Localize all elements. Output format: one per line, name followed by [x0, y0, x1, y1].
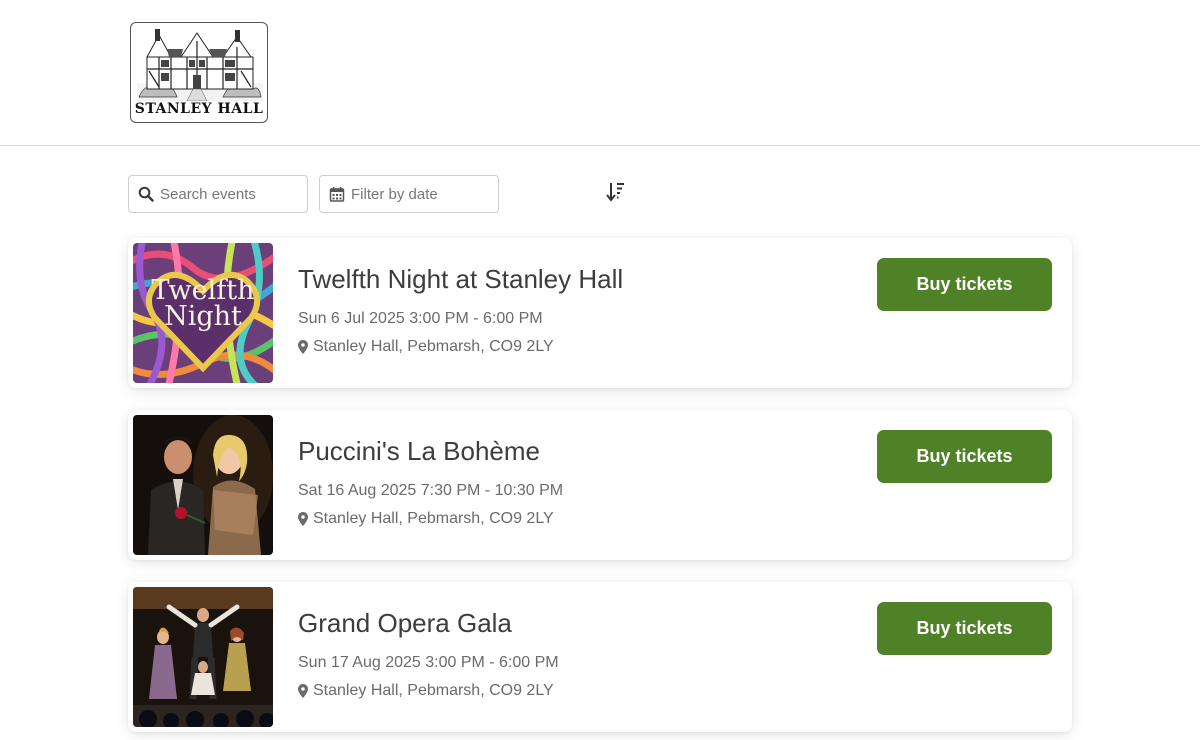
la-boheme-photo [133, 415, 273, 555]
event-image-grand-opera-gala[interactable] [133, 587, 273, 727]
event-date: Sat 16 Aug 2025 7:30 PM - 10:30 PM [298, 482, 564, 499]
event-venue: Stanley Hall, Pebmarsh, CO9 2LY [298, 510, 554, 528]
house-illustration [137, 29, 263, 101]
stanley-hall-logo[interactable]: STANLEY HALL [130, 22, 268, 123]
event-date: Sun 17 Aug 2025 3:00 PM - 6:00 PM [298, 654, 559, 671]
search-icon [138, 186, 154, 202]
calendar-icon [329, 187, 345, 202]
event-card: Grand Opera Gala Sun 17 Aug 2025 3:00 PM… [128, 582, 1072, 732]
event-venue: Stanley Hall, Pebmarsh, CO9 2LY [298, 682, 554, 700]
event-filters [128, 175, 648, 213]
date-filter-field[interactable] [319, 175, 499, 213]
event-venue-text: Stanley Hall, Pebmarsh, CO9 2LY [313, 510, 554, 527]
event-title[interactable]: Puccini's La Bohème [298, 436, 540, 467]
buy-tickets-button[interactable]: Buy tickets [877, 430, 1052, 483]
event-card: Puccini's La Bohème Sat 16 Aug 2025 7:30… [128, 410, 1072, 560]
event-venue-text: Stanley Hall, Pebmarsh, CO9 2LY [313, 682, 554, 699]
twelfth-night-poster: Twelfth Night [133, 243, 273, 383]
site-header: STANLEY HALL [0, 0, 1200, 146]
sort-icon [606, 183, 624, 202]
event-title[interactable]: Grand Opera Gala [298, 608, 512, 639]
sort-button[interactable] [606, 181, 626, 203]
buy-tickets-button[interactable]: Buy tickets [877, 258, 1052, 311]
map-pin-icon [298, 340, 308, 354]
event-card: Twelfth Night Twelfth Night at Stanley H… [128, 238, 1072, 388]
event-title[interactable]: Twelfth Night at Stanley Hall [298, 264, 623, 295]
buy-tickets-button[interactable]: Buy tickets [877, 602, 1052, 655]
opera-gala-photo [133, 587, 273, 727]
date-filter-input[interactable] [351, 185, 491, 203]
map-pin-icon [298, 512, 308, 526]
event-venue-text: Stanley Hall, Pebmarsh, CO9 2LY [313, 338, 554, 355]
event-image-la-boheme[interactable] [133, 415, 273, 555]
logo-text: STANLEY HALL [134, 101, 264, 117]
search-input[interactable] [160, 185, 300, 203]
event-venue: Stanley Hall, Pebmarsh, CO9 2LY [298, 338, 554, 356]
map-pin-icon [298, 684, 308, 698]
event-date: Sun 6 Jul 2025 3:00 PM - 6:00 PM [298, 310, 543, 327]
event-image-twelfth-night[interactable]: Twelfth Night [133, 243, 273, 383]
search-field[interactable] [128, 175, 308, 213]
poster-title-line2: Night [164, 301, 242, 332]
